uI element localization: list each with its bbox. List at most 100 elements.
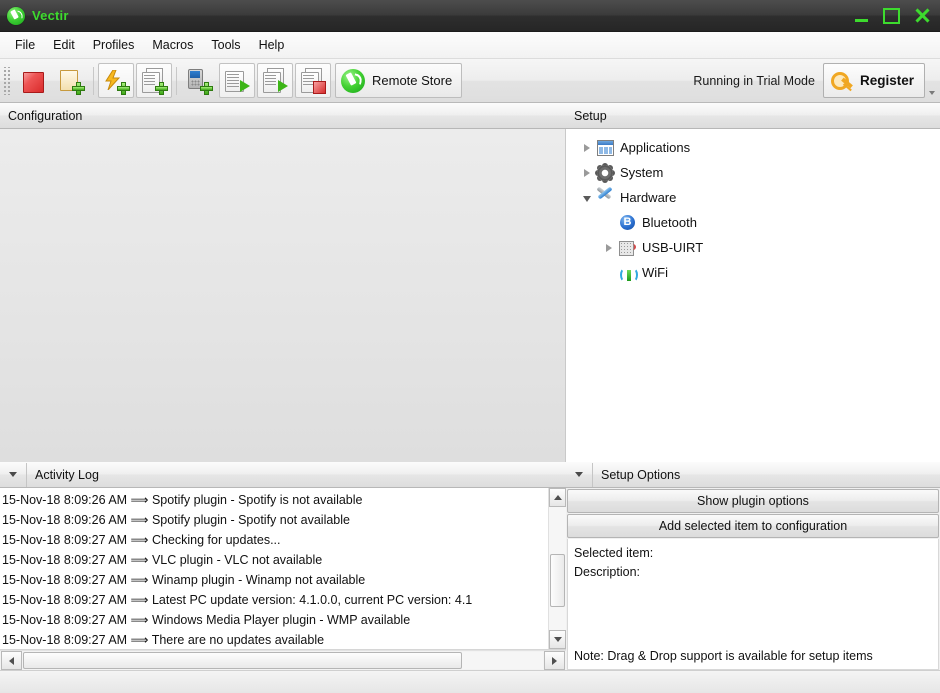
log-entry: 15-Nov-18 8:09:27 AM ⟹ Winamp plugin - W… [2, 573, 366, 587]
expander-collapsed-icon[interactable] [578, 139, 596, 157]
register-button[interactable]: Register [822, 63, 925, 98]
lightning-add-icon [103, 68, 130, 95]
tree-item-label: Hardware [620, 190, 677, 205]
menu-item-file[interactable]: File [6, 35, 44, 55]
pages-add-icon [141, 67, 168, 95]
setup-options-header: Setup Options [566, 462, 940, 488]
tree-item-system[interactable]: System [570, 160, 940, 185]
selected-item-label: Selected item: [574, 546, 654, 560]
status-bar-left [0, 670, 566, 693]
setup-options-buttons: Show plugin options Add selected item to… [566, 488, 940, 538]
expander-none [600, 214, 618, 232]
register-label: Register [859, 73, 914, 88]
setup-options-title: Setup Options [601, 467, 681, 482]
toolbar-drag-handle[interactable] [3, 66, 11, 95]
toolbar-separator [93, 66, 94, 95]
toolbar-overflow-button[interactable] [926, 62, 938, 99]
stop-macro-button[interactable] [295, 63, 331, 98]
setup-options-panel: Setup Options Show plugin options Add se… [566, 462, 940, 693]
configuration-tree[interactable] [0, 129, 566, 462]
add-event-button[interactable] [98, 63, 134, 98]
activity-log-vertical-scrollbar[interactable] [548, 488, 566, 649]
tree-item-applications[interactable]: Applications [570, 135, 940, 160]
setup-options-collapse-button[interactable] [566, 462, 593, 487]
triangle-up-icon [553, 495, 562, 500]
add-macro-button[interactable] [136, 63, 172, 98]
minimize-button[interactable] [846, 3, 876, 29]
remote-store-button[interactable]: Remote Store [335, 63, 463, 98]
menu-bar: File Edit Profiles Macros Tools Help [0, 32, 940, 59]
tree-item-label: Applications [620, 140, 691, 155]
scroll-left-button[interactable] [1, 651, 22, 670]
activity-log-body: 15-Nov-18 8:09:26 AM ⟹ Spotify plugin - … [0, 488, 566, 650]
phone-add-icon [186, 68, 213, 95]
tree-item-label: Bluetooth [642, 215, 697, 230]
maximize-icon [882, 7, 900, 24]
new-profile-button[interactable] [53, 63, 89, 98]
activity-log-title: Activity Log [35, 467, 99, 482]
toolbar-separator [176, 66, 177, 95]
activity-log-header: Activity Log [0, 462, 566, 488]
window-controls [846, 0, 936, 31]
triangle-down-icon [553, 637, 562, 642]
triangle-left-icon [9, 656, 14, 665]
setup-panel: Setup Applications System Hardware B Blu… [566, 103, 940, 462]
tree-item-bluetooth[interactable]: Bluetooth [570, 210, 940, 235]
wifi-icon [618, 264, 638, 282]
toolbar-right-section: Running in Trial Mode Register [693, 62, 940, 99]
run-macro-button[interactable] [219, 63, 255, 98]
menu-item-profiles[interactable]: Profiles [84, 35, 144, 55]
menu-item-macros[interactable]: Macros [143, 35, 202, 55]
setup-panel-header: Setup [566, 103, 940, 129]
stop-button[interactable] [15, 63, 51, 98]
main-content-area: Configuration Setup Applications System [0, 103, 940, 462]
tree-item-label: USB-UIRT [642, 240, 704, 255]
toolbar: Remote Store Running in Trial Mode Regis… [0, 59, 940, 103]
chevron-down-icon [9, 472, 17, 477]
close-button[interactable] [906, 3, 936, 29]
gear-icon [596, 164, 614, 182]
tree-item-label: WiFi [642, 265, 668, 280]
scroll-thumb[interactable] [23, 652, 462, 669]
expander-collapsed-icon[interactable] [578, 164, 596, 182]
tree-item-wifi[interactable]: WiFi [570, 260, 940, 285]
bluetooth-icon [618, 214, 636, 232]
log-entry: 15-Nov-18 8:09:26 AM ⟹ Spotify plugin - … [2, 493, 363, 507]
scroll-up-button[interactable] [549, 488, 566, 507]
scroll-down-button[interactable] [549, 630, 566, 649]
log-entry: 15-Nov-18 8:09:27 AM ⟹ Checking for upda… [2, 533, 281, 547]
menu-item-help[interactable]: Help [250, 35, 294, 55]
expander-none [600, 264, 618, 282]
drag-drop-note: Note: Drag & Drop support is available f… [574, 649, 873, 663]
expander-expanded-icon[interactable] [578, 189, 596, 207]
scroll-track[interactable] [23, 652, 543, 669]
status-bar-right [566, 670, 940, 693]
expander-collapsed-icon[interactable] [600, 239, 618, 257]
add-device-button[interactable] [181, 63, 217, 98]
title-bar: Vectir [0, 0, 940, 32]
run-all-macros-button[interactable] [257, 63, 293, 98]
pages-stop-icon [300, 67, 326, 94]
description-label: Description: [574, 565, 640, 579]
bottom-docked-panels: Activity Log 15-Nov-18 8:09:26 AM ⟹ Spot… [0, 462, 940, 693]
menu-item-tools[interactable]: Tools [202, 35, 249, 55]
maximize-button[interactable] [876, 3, 906, 29]
tree-item-usb-uirt[interactable]: USB-UIRT [570, 235, 940, 260]
scroll-thumb[interactable] [550, 553, 565, 608]
trial-mode-status: Running in Trial Mode [693, 73, 815, 88]
activity-log-horizontal-scrollbar[interactable] [0, 650, 566, 670]
vectir-application-window: Vectir File Edit Profiles Macros Tools H… [0, 0, 940, 693]
configuration-panel-title: Configuration [8, 108, 83, 123]
add-selected-item-button[interactable]: Add selected item to configuration [567, 514, 939, 538]
show-plugin-options-button[interactable]: Show plugin options [567, 489, 939, 513]
tree-item-hardware[interactable]: Hardware [570, 185, 940, 210]
setup-tree[interactable]: Applications System Hardware B Bluetooth… [566, 129, 940, 462]
log-entry: 15-Nov-18 8:09:26 AM ⟹ Spotify plugin - … [2, 513, 350, 527]
menu-item-edit[interactable]: Edit [44, 35, 84, 55]
scroll-track[interactable] [549, 507, 566, 630]
page-play-icon [224, 68, 250, 94]
red-square-stop-icon [20, 68, 46, 94]
activity-log-list[interactable]: 15-Nov-18 8:09:26 AM ⟹ Spotify plugin - … [0, 488, 548, 649]
activity-log-collapse-button[interactable] [0, 462, 27, 487]
scroll-right-button[interactable] [544, 651, 565, 670]
